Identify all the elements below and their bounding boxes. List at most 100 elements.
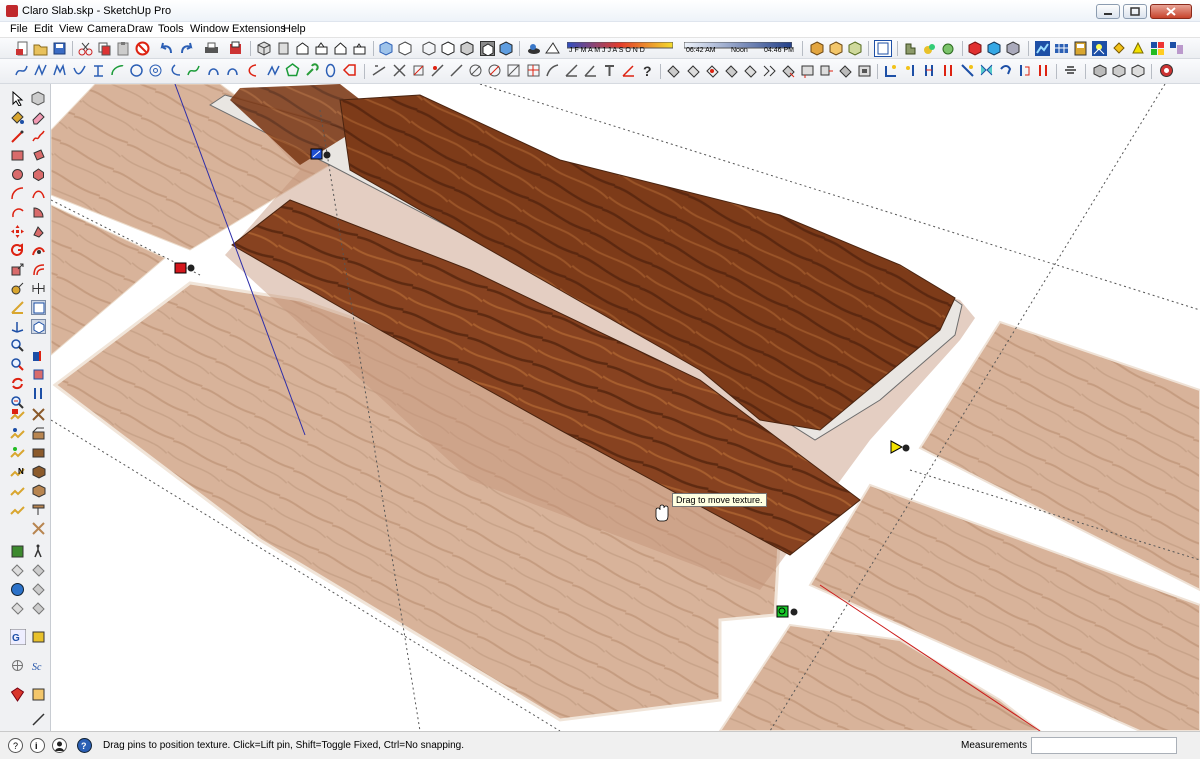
pin-yellow[interactable]: [890, 440, 910, 454]
fredo-tool-9-icon[interactable]: [819, 63, 834, 78]
wireframe-icon[interactable]: [422, 41, 437, 56]
share-model-icon[interactable]: [829, 41, 844, 56]
tt-tool-4-icon[interactable]: [941, 63, 956, 78]
menu-tools[interactable]: Tools: [158, 23, 184, 35]
extension-warehouse-icon[interactable]: [1159, 63, 1174, 78]
pin-green[interactable]: [776, 605, 798, 618]
two-point-arc-icon[interactable]: [31, 186, 46, 201]
paste-icon[interactable]: [116, 41, 131, 56]
make-component-icon[interactable]: [31, 91, 46, 106]
dynamic-component-icon[interactable]: [31, 629, 46, 644]
fredo-tool-4-icon[interactable]: [724, 63, 739, 78]
xray-icon[interactable]: [379, 41, 394, 56]
section-fill-icon[interactable]: [31, 367, 46, 382]
orbit-tool-icon[interactable]: [10, 376, 25, 391]
zoom-tool-icon[interactable]: [10, 338, 25, 353]
sandbox-drape-icon[interactable]: [10, 426, 25, 441]
scene-1-icon[interactable]: [1092, 63, 1107, 78]
sketchup-ruby-icon[interactable]: [10, 687, 25, 702]
menu-draw[interactable]: Draw: [127, 23, 153, 35]
line-tool-icon[interactable]: [10, 129, 25, 144]
tt-tool-5-icon[interactable]: [960, 63, 975, 78]
fredo-tool-8-icon[interactable]: [800, 63, 815, 78]
walk-tool-icon[interactable]: [31, 544, 46, 559]
solid-split-icon[interactable]: [941, 41, 956, 56]
layout-icon[interactable]: [31, 687, 46, 702]
sandbox-box-icon[interactable]: [31, 464, 46, 479]
model-canvas[interactable]: [51, 84, 1200, 731]
arc-tool-icon[interactable]: [110, 63, 125, 78]
sandbox-flip-icon[interactable]: [10, 445, 25, 460]
sandbox-add-detail-icon[interactable]: [31, 426, 46, 441]
eraser-icon[interactable]: [31, 110, 46, 125]
ellipse-tool-icon[interactable]: [148, 63, 163, 78]
smoove-icon[interactable]: [1092, 41, 1107, 56]
help-question-icon[interactable]: ?: [640, 63, 655, 78]
line-cut-icon[interactable]: [449, 63, 464, 78]
three-point-arc-icon[interactable]: [10, 205, 25, 220]
dimension-icon[interactable]: [31, 281, 46, 296]
add-detail-icon[interactable]: [1150, 41, 1165, 56]
curve-tool-icon[interactable]: [14, 63, 29, 78]
share-component-icon[interactable]: [848, 41, 863, 56]
maximize-button[interactable]: [1123, 4, 1147, 19]
3d-warehouse-icon[interactable]: [810, 41, 825, 56]
box-slash-icon[interactable]: [506, 63, 521, 78]
print-icon[interactable]: [204, 41, 219, 56]
joint-push-pull-icon[interactable]: [31, 502, 46, 517]
arc-rotate-icon[interactable]: [206, 63, 221, 78]
menu-edit[interactable]: Edit: [34, 23, 53, 35]
credits-icon[interactable]: i: [30, 738, 45, 753]
paint-bucket-icon[interactable]: [10, 110, 25, 125]
ruler-curve-icon[interactable]: [545, 63, 560, 78]
sandbox-contours-icon[interactable]: [31, 445, 46, 460]
cut-icon[interactable]: [78, 41, 93, 56]
circle-icon[interactable]: [10, 167, 25, 182]
back-edges-icon[interactable]: [398, 41, 413, 56]
position-camera-icon[interactable]: [31, 563, 46, 578]
undo-icon[interactable]: [159, 41, 174, 56]
offset-tool-icon[interactable]: [31, 262, 46, 277]
move-tool-icon[interactable]: [10, 224, 25, 239]
dc-attributes-icon[interactable]: [1006, 41, 1021, 56]
square-edit-icon[interactable]: [411, 63, 426, 78]
erase-delete-icon[interactable]: [135, 41, 150, 56]
select-tool-icon[interactable]: [10, 91, 25, 106]
arc-red-icon[interactable]: [244, 63, 259, 78]
rotate-tool-icon[interactable]: [10, 243, 25, 258]
rectangle-tool-icon[interactable]: [10, 148, 25, 163]
tape-measure-icon[interactable]: [10, 281, 25, 296]
measure-line-icon[interactable]: [31, 712, 46, 727]
circle-slash-icon[interactable]: [487, 63, 502, 78]
model-info-icon[interactable]: [228, 41, 243, 56]
text-label-icon[interactable]: [31, 300, 46, 315]
instructor-help-icon[interactable]: ?: [77, 738, 92, 753]
iso-view-icon[interactable]: [257, 41, 272, 56]
follow-me-icon[interactable]: [31, 243, 46, 258]
toggle-terrain-icon[interactable]: [31, 582, 46, 597]
solid-trim-icon[interactable]: [922, 41, 937, 56]
spiral-line-icon[interactable]: [91, 63, 106, 78]
menu-view[interactable]: View: [59, 23, 83, 35]
position-texture-icon[interactable]: [31, 319, 46, 334]
grid-slash-icon[interactable]: [526, 63, 541, 78]
tt-tool-3-icon[interactable]: [922, 63, 937, 78]
protractor-icon[interactable]: [10, 300, 25, 315]
tag-shape-icon[interactable]: [342, 63, 357, 78]
flip-edge-icon[interactable]: [1169, 41, 1184, 56]
sandbox-terrain-icon[interactable]: [10, 502, 25, 517]
section-plane-icon[interactable]: [31, 348, 46, 363]
arc-3pt-icon[interactable]: [167, 63, 182, 78]
fillet-icon[interactable]: [392, 63, 407, 78]
bezier-icon[interactable]: [33, 63, 48, 78]
fog-icon[interactable]: [545, 41, 560, 56]
fredo-tool-11-icon[interactable]: [857, 63, 872, 78]
fredo-tool-6-icon[interactable]: [762, 63, 777, 78]
user-account-icon[interactable]: [52, 738, 67, 753]
menu-help[interactable]: Help: [283, 23, 306, 35]
polygon-icon[interactable]: [31, 167, 46, 182]
fredo-tool-3-icon[interactable]: [705, 63, 720, 78]
shaded-icon[interactable]: [460, 41, 475, 56]
text-tool-icon[interactable]: [602, 63, 617, 78]
front-view-icon[interactable]: [295, 41, 310, 56]
